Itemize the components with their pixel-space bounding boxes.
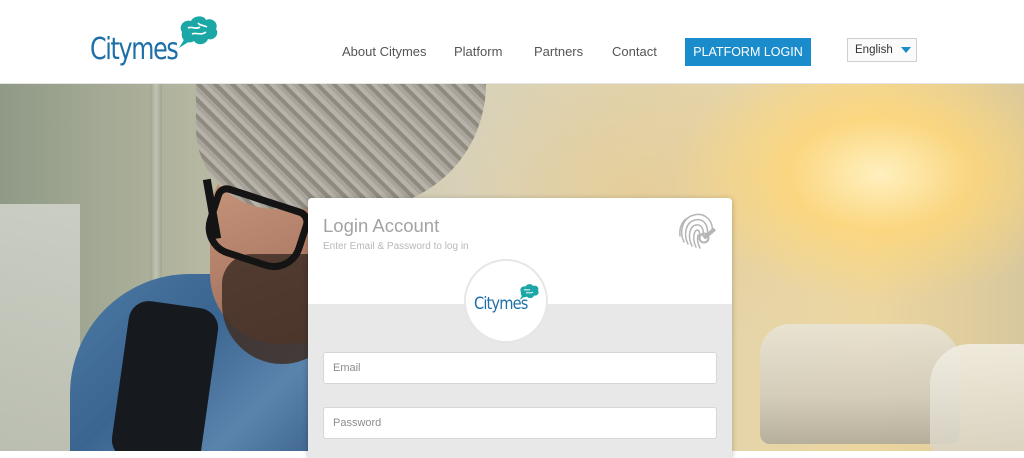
background-fence (0, 204, 80, 451)
login-subtitle: Enter Email & Password to log in (323, 241, 469, 252)
citymes-logo[interactable]: Citymes (90, 14, 220, 76)
platform-login-button[interactable]: PLATFORM LOGIN (685, 38, 811, 66)
nav-platform[interactable]: Platform (454, 44, 502, 59)
language-select[interactable]: English (847, 38, 917, 62)
caret-down-icon (901, 47, 911, 53)
password-field[interactable]: Password (323, 407, 717, 439)
login-title: Login Account (323, 215, 440, 236)
brain-icon (519, 284, 539, 300)
fingerprint-icon (679, 213, 717, 249)
login-card: Login Account Enter Email & Password to … (308, 198, 732, 458)
site-header: Citymes About Citymes Platform Partners … (0, 0, 1024, 84)
logo-text: Citymes (90, 32, 179, 67)
nav-partners[interactable]: Partners (534, 44, 583, 59)
background-car (930, 344, 1024, 451)
brain-icon (179, 16, 218, 48)
nav-contact[interactable]: Contact (612, 44, 657, 59)
language-value: English (855, 44, 893, 56)
card-logo-badge: Citymes (464, 259, 548, 343)
email-field[interactable]: Email (323, 352, 717, 384)
nav-about[interactable]: About Citymes (342, 44, 427, 59)
